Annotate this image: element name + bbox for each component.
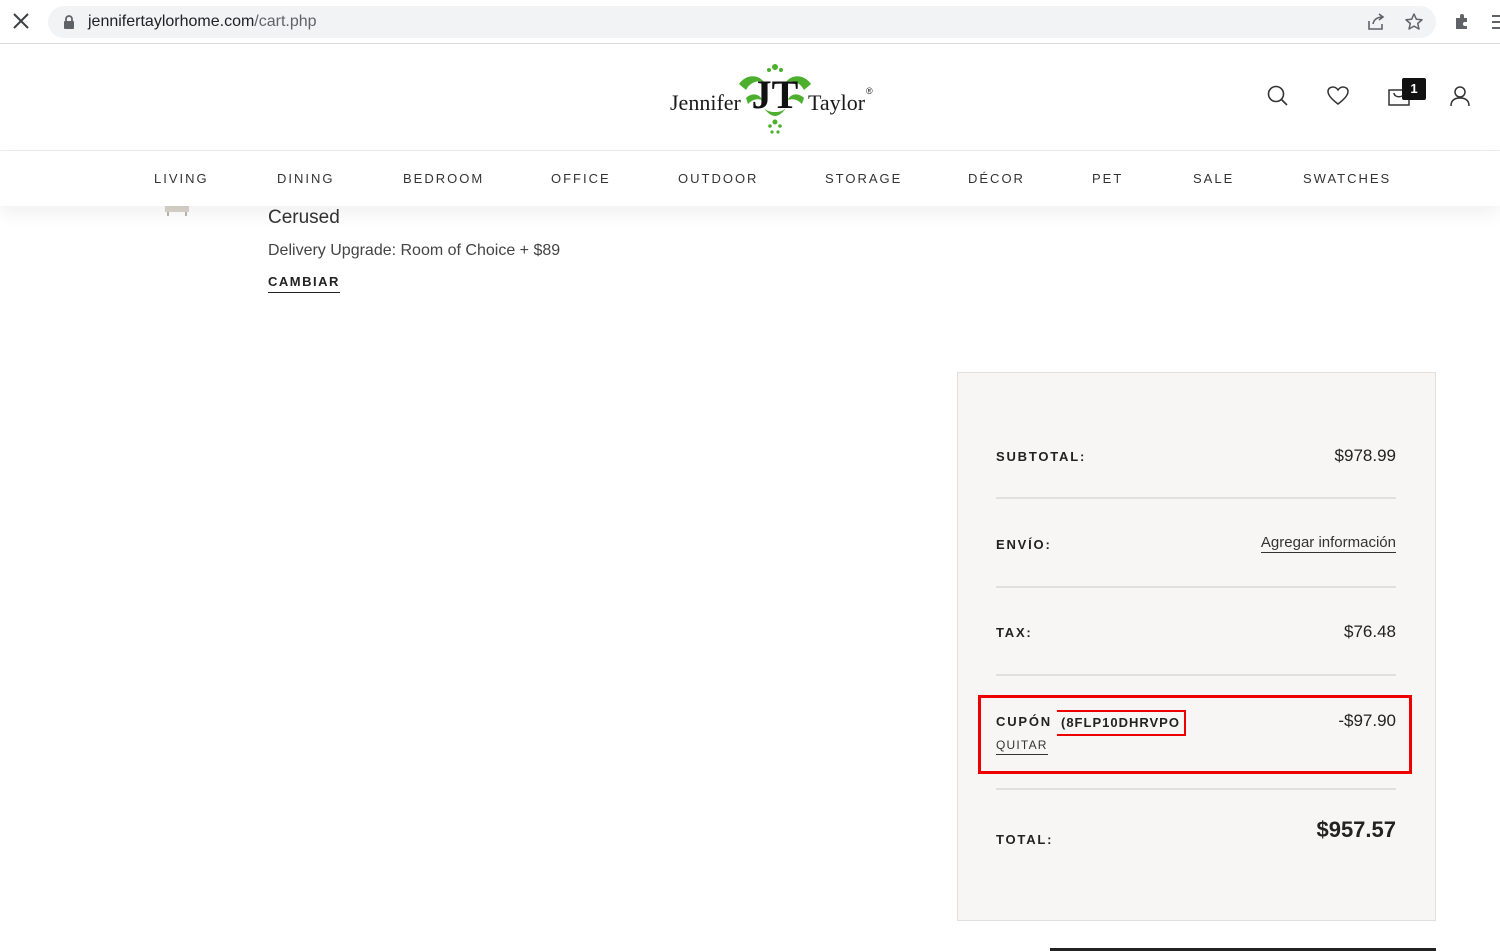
lock-icon xyxy=(64,15,74,29)
nav-item-storage[interactable]: STORAGE xyxy=(825,171,902,186)
registered-mark: ® xyxy=(866,86,873,96)
logo-text-left: Jennifer xyxy=(670,90,741,115)
nav-item-bedroom[interactable]: BEDROOM xyxy=(403,171,484,186)
heart-icon[interactable] xyxy=(1326,84,1350,108)
summary-divider xyxy=(996,497,1396,499)
nav-item-office[interactable]: OFFICE xyxy=(551,171,611,186)
nav-item-decor[interactable]: DÉCOR xyxy=(968,171,1025,186)
nav-item-pet[interactable]: PET xyxy=(1092,171,1123,186)
item-variant: Cerused xyxy=(268,207,340,228)
cart-count-badge: 1 xyxy=(1402,78,1426,100)
coupon-code: (8FLP10DHRVPO xyxy=(1057,710,1186,736)
browser-toolbar: jennifertaylorhome.com/cart.php xyxy=(0,0,1500,44)
item-option: Delivery Upgrade: Room of Choice + $89 xyxy=(268,242,561,259)
nav-item-sale[interactable]: SALE xyxy=(1193,171,1234,186)
total-value: $957.57 xyxy=(1316,817,1396,842)
logo-monogram: JT xyxy=(752,72,799,117)
subtotal-value: $978.99 xyxy=(1334,446,1396,465)
nav-item-living[interactable]: LIVING xyxy=(154,171,209,186)
address-bar[interactable]: jennifertaylorhome.com/cart.php xyxy=(48,6,1436,38)
url-host: jennifertaylorhome.com xyxy=(88,13,255,30)
coupon-label: CUPÓN xyxy=(996,714,1052,729)
share-icon[interactable] xyxy=(1366,12,1386,32)
url-path: /cart.php xyxy=(254,13,317,30)
nav-item-swatches[interactable]: SWATCHES xyxy=(1303,171,1391,186)
search-icon[interactable] xyxy=(1266,84,1290,108)
subtotal-label: SUBTOTAL: xyxy=(996,449,1087,464)
summary-divider xyxy=(996,586,1396,588)
nav-item-outdoor[interactable]: OUTDOOR xyxy=(678,171,758,186)
close-icon[interactable] xyxy=(8,8,34,34)
site-header: Jennifer JT Taylor ® 1 xyxy=(0,44,1500,151)
site-logo[interactable]: Jennifer JT Taylor ® xyxy=(668,60,878,136)
browser-menu-icon[interactable] xyxy=(1490,12,1500,32)
account-icon[interactable] xyxy=(1448,84,1472,108)
tax-label: TAX: xyxy=(996,625,1033,640)
shipping-label: ENVÍO: xyxy=(996,537,1052,552)
order-summary: SUBTOTAL: $978.99 ENVÍO: Agregar informa… xyxy=(957,372,1436,921)
main-nav: LIVING DINING BEDROOM OFFICE OUTDOOR STO… xyxy=(0,151,1500,206)
coupon-discount-value: -$97.90 xyxy=(1338,711,1396,730)
extensions-icon[interactable] xyxy=(1452,12,1472,32)
logo-emblem: JT xyxy=(739,64,811,134)
summary-divider xyxy=(996,674,1396,676)
total-label: TOTAL: xyxy=(996,832,1054,847)
add-shipping-info-link[interactable]: Agregar información xyxy=(1260,534,1396,553)
nav-item-dining[interactable]: DINING xyxy=(277,171,335,186)
change-options-link[interactable]: CAMBIAR xyxy=(268,274,340,293)
tax-value: $76.48 xyxy=(1344,622,1396,641)
summary-divider xyxy=(996,788,1396,790)
bookmark-star-icon[interactable] xyxy=(1404,12,1424,32)
url-text: jennifertaylorhome.com/cart.php xyxy=(88,13,317,31)
remove-coupon-link[interactable]: QUITAR xyxy=(996,738,1048,755)
logo-text-right: Taylor xyxy=(808,90,866,115)
